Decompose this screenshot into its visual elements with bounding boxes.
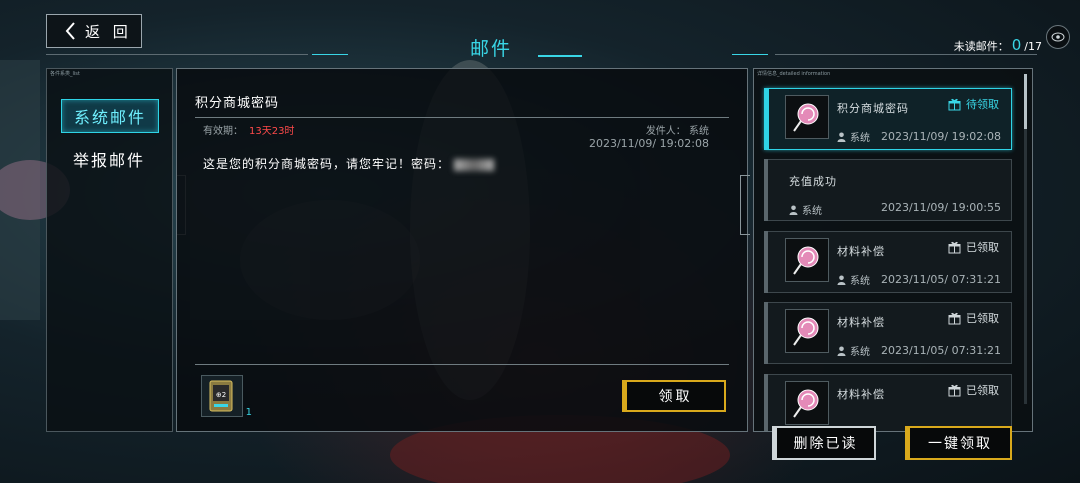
tab-system-mail[interactable]: 系统邮件 [61, 99, 159, 133]
person-icon [837, 132, 846, 142]
claim-button[interactable]: 领取 [622, 380, 726, 412]
header-divider-left [46, 54, 308, 55]
claim-button-label: 领取 [658, 389, 693, 405]
attachment-count: 1 [245, 407, 252, 418]
gift-icon [948, 241, 961, 253]
back-label: 返 回 [85, 22, 132, 41]
mail-item-date: 2023/11/05/ 07:31:21 [880, 273, 1001, 286]
lollipop-icon [793, 317, 819, 346]
mail-item-sender: 系统 [837, 343, 870, 358]
mail-item-status-label: 已领取 [966, 384, 999, 397]
mail-list-item[interactable]: 材料补偿 已领取 [764, 374, 1012, 431]
lollipop-icon [793, 246, 819, 275]
mail-list-scroll-thumb[interactable] [1024, 74, 1027, 129]
unread-total: /17 [1024, 40, 1042, 53]
person-icon [789, 205, 798, 215]
mail-item-sender: 系统 [837, 129, 870, 144]
tab-report-mail-label: 举报邮件 [72, 151, 145, 170]
svg-text:⊕2: ⊕2 [216, 391, 226, 399]
gift-icon [948, 312, 961, 324]
person-icon [837, 275, 846, 285]
person-icon [837, 346, 846, 356]
gift-icon [948, 384, 961, 396]
item-card-icon: ⊕2 [209, 380, 233, 412]
mail-item-sender: 系统 [837, 272, 870, 287]
mail-item-status: 待领取 [948, 96, 999, 112]
mail-list-item[interactable]: 材料补偿 已领取 系统 2023/11/05/ 07:31:21 [764, 231, 1012, 293]
unread-counter: 未读邮件： 0 /17 [954, 36, 1042, 54]
detail-divider-top [195, 117, 729, 118]
header-accent-left [312, 54, 348, 55]
mail-body-text: 这是您的积分商城密码，请您牢记！密码： [203, 157, 451, 171]
mail-thumb [785, 309, 829, 353]
validity-label: 有效期： [203, 126, 243, 137]
mail-list-caption: 详情信息_detailed information [757, 71, 831, 77]
eye-icon [1051, 32, 1065, 42]
mail-detail-title: 积分商城密码 [195, 96, 280, 111]
mail-item-status: 已领取 [948, 310, 999, 326]
mail-item-status: 已领取 [948, 239, 999, 255]
back-button[interactable]: 返 回 [46, 14, 142, 48]
claim-all-label: 一键领取 [928, 436, 992, 452]
claim-all-button[interactable]: 一键领取 [905, 426, 1012, 460]
mail-item-status-label: 已领取 [966, 241, 999, 254]
mail-item-sender: 系统 [789, 202, 822, 217]
mail-sender: 发件人： 系统 [645, 126, 709, 137]
mail-item-sender-name: 系统 [850, 276, 870, 287]
mail-list-item[interactable]: 充值成功 系统 2023/11/09/ 19:00:55 [764, 159, 1012, 221]
panel-bracket-right [740, 175, 750, 235]
attachment-item[interactable]: ⊕2 1 [201, 375, 252, 418]
mail-item-sender-name: 系统 [850, 133, 870, 144]
category-caption: 各件系类_list [50, 71, 80, 77]
mail-item-status: 已领取 [948, 382, 999, 398]
mail-item-sender-name: 系统 [850, 347, 870, 358]
lollipop-icon [793, 103, 819, 132]
mail-item-title: 材料补偿 [837, 316, 885, 329]
header-accent-right [732, 54, 768, 55]
back-chevron-icon [65, 22, 75, 40]
mail-item-title: 充值成功 [789, 175, 837, 188]
mail-item-title: 材料补偿 [837, 245, 885, 258]
header-divider-right [775, 54, 1037, 55]
mail-detail-panel: 积分商城密码 有效期： 13天23时 发件人： 系统 2023/11/09/ 1… [176, 68, 748, 432]
mail-item-sender-name: 系统 [802, 206, 822, 217]
unread-label: 未读邮件： [953, 40, 1009, 53]
mail-thumb [785, 381, 829, 425]
mail-item-title: 积分商城密码 [837, 102, 909, 115]
mail-item-date: 2023/11/09/ 19:02:08 [880, 130, 1001, 143]
lollipop-icon [793, 389, 819, 418]
mail-item-status-label: 已领取 [966, 312, 999, 325]
eye-toggle-button[interactable] [1046, 25, 1070, 49]
mail-item-date: 2023/11/09/ 19:00:55 [880, 201, 1001, 214]
mail-item-date: 2023/11/05/ 07:31:21 [880, 344, 1001, 357]
category-panel: 各件系类_list 系统邮件 举报邮件 [46, 68, 173, 432]
tab-report-mail[interactable]: 举报邮件 [61, 143, 157, 175]
password-redacted [454, 158, 495, 171]
unread-count: 0 [1011, 36, 1022, 54]
mail-item-status-label: 待领取 [966, 98, 999, 111]
delete-read-button[interactable]: 删除已读 [772, 426, 876, 460]
mail-body: 这是您的积分商城密码，请您牢记！密码： [203, 155, 495, 172]
mail-list-panel: 详情信息_detailed information 积分商城密码 待领取 系统 … [753, 68, 1033, 432]
page-title: 邮件 [470, 38, 513, 60]
mail-thumb [785, 238, 829, 282]
validity-value: 13天23时 [249, 126, 295, 137]
mail-item-title: 材料补偿 [837, 388, 885, 401]
mail-list-item[interactable]: 积分商城密码 待领取 系统 2023/11/09/ 19:02:08 [764, 88, 1012, 150]
tab-system-mail-label: 系统邮件 [73, 108, 146, 127]
detail-divider-bottom [195, 364, 729, 365]
delete-read-label: 删除已读 [793, 436, 858, 452]
gift-icon [948, 98, 961, 110]
mail-date: 2023/11/09/ 19:02:08 [588, 137, 709, 150]
title-underline [538, 55, 582, 57]
mail-list-item[interactable]: 材料补偿 已领取 系统 2023/11/05/ 07:31:21 [764, 302, 1012, 364]
mail-thumb [785, 95, 829, 139]
